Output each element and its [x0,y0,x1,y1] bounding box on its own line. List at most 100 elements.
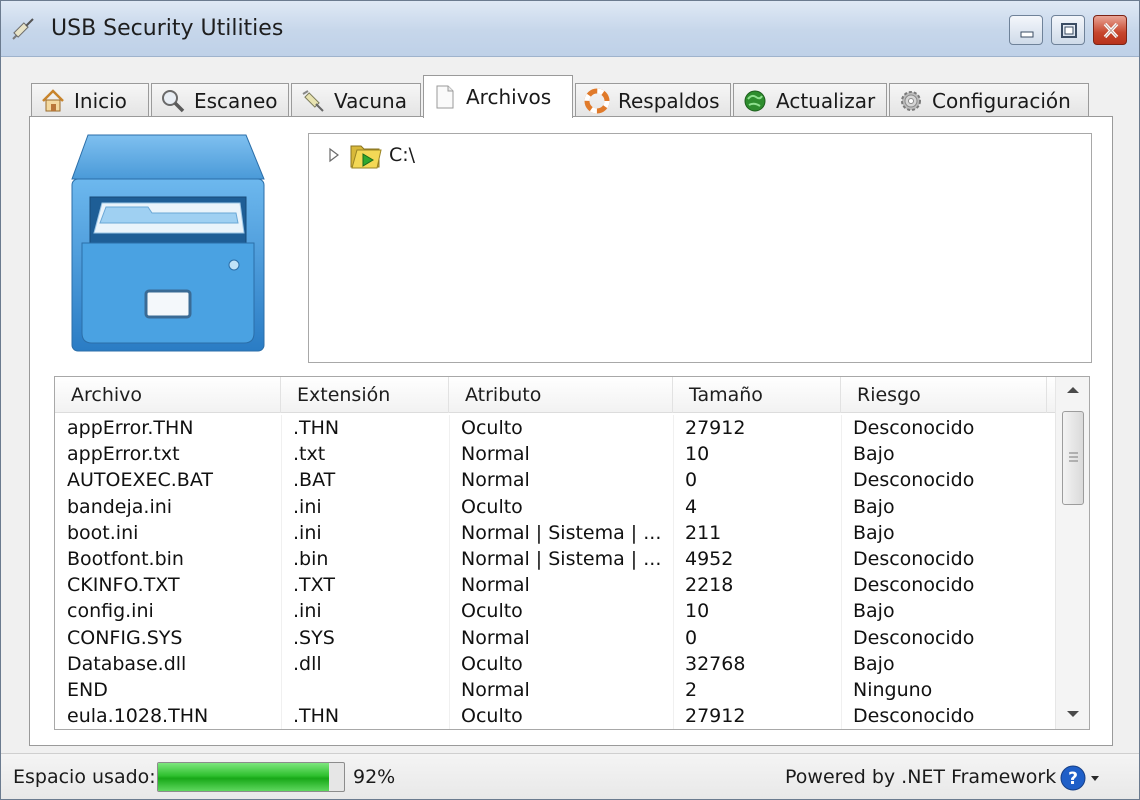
progress-fill [158,763,330,791]
scroll-down-icon[interactable] [1064,707,1082,721]
cell-atributo: Oculto [461,495,523,518]
column-header-riesgo[interactable]: Riesgo [841,377,1047,413]
column-header-tamano[interactable]: Tamaño [673,377,841,413]
cell-tamano: 10 [685,600,710,623]
column-header-extension[interactable]: Extensión [281,377,449,413]
cell-atributo: Normal | Sistema | ... [461,548,662,570]
cell-archivo: appError.txt [67,443,180,466]
cell-tamano: 4 [685,495,698,518]
cell-extension: .txt [293,443,326,466]
cell-archivo: END [67,679,108,701]
cell-atributo: Normal [461,443,530,466]
cell-riesgo: Desconocido [853,574,975,597]
tab-label: Escaneo [194,88,278,113]
cell-tamano: 4952 [685,548,734,570]
space-used-percent: 92% [353,766,396,788]
cell-tamano: 2218 [685,574,734,597]
cell-riesgo: Bajo [853,652,895,675]
tab-inicio[interactable]: Inicio [31,83,149,117]
cell-extension: .BAT [293,469,336,492]
cell-tamano: 0 [685,469,698,492]
tab-strip: Inicio Escaneo Vacuna Archivos Respaldos… [31,75,1111,118]
expand-arrow-icon[interactable] [327,146,341,164]
gear-icon [901,90,921,111]
cell-extension: .ini [293,495,322,518]
tab-respaldos[interactable]: Respaldos [575,83,731,117]
close-icon [1103,22,1119,39]
app-window: USB Security Utilities Inicio Escaneo Va… [0,0,1140,800]
table-row[interactable]: CKINFO.TXT .TXT Normal 2218 Desconocido [55,572,1055,598]
chevron-down-icon [1091,776,1099,781]
tree-node-root[interactable]: C:\ [327,140,415,170]
tab-vacuna[interactable]: Vacuna [291,83,421,117]
space-used-label: Espacio usado: [13,766,156,788]
tab-actualizar[interactable]: Actualizar [733,83,887,117]
cell-atributo: Normal [461,626,530,649]
cell-archivo: Bootfont.bin [67,548,184,570]
cell-archivo: eula.1028.THN [67,705,209,728]
column-header-atributo[interactable]: Atributo [449,377,673,413]
cell-atributo: Normal [461,574,530,597]
cell-riesgo: Desconocido [853,548,975,570]
table-row[interactable]: appError.THN .THN Oculto 27912 Desconocido [55,415,1055,441]
table-row[interactable]: END Normal 2 Ninguno [55,677,1055,703]
document-icon [436,85,454,109]
cell-archivo: Database.dll [67,652,187,675]
usb-syringe-app-icon [12,18,34,40]
tab-label: Actualizar [776,88,876,113]
maximize-icon [1061,23,1077,38]
file-cabinet-icon [71,134,265,352]
tab-escaneo[interactable]: Escaneo [151,83,289,117]
maximize-button[interactable] [1051,15,1085,45]
globe-update-icon [744,90,766,111]
tree-node-label: C:\ [389,144,416,166]
cell-atributo: Normal [461,679,530,701]
cell-extension: .TXT [293,574,335,597]
cell-atributo: Oculto [461,417,523,439]
cell-atributo: Normal | Sistema | ... [461,521,662,544]
cell-extension: .THN [293,417,340,439]
table-row[interactable]: boot.ini .ini Normal | Sistema | ... 211 Baj… [55,520,1055,546]
table-row[interactable]: Bootfont.bin .bin Normal | Sistema | ... 49… [55,546,1055,572]
cell-riesgo: Desconocido [853,626,975,649]
cell-riesgo: Bajo [853,495,895,518]
cell-tamano: 211 [685,521,722,544]
minimize-button[interactable] [1009,15,1043,45]
folder-tree[interactable]: C:\ [308,133,1092,363]
files-listview[interactable]: Archivo Extensión Atributo Tamaño Riesgo… [54,376,1090,730]
vertical-scrollbar[interactable] [1055,377,1089,729]
tab-label: Vacuna [334,88,407,113]
cell-tamano: 2 [685,679,698,701]
column-header-archivo[interactable]: Archivo [55,377,281,413]
scrollbar-thumb[interactable] [1062,411,1084,505]
tab-configuracion[interactable]: Configuración [889,83,1089,117]
table-row[interactable]: CONFIG.SYS .SYS Normal 0 Desconocido [55,625,1055,651]
listview-body: appError.THN .THN Oculto 27912 Desconocido ap… [55,415,1055,729]
close-button[interactable] [1093,15,1127,45]
cell-extension: .ini [293,600,322,623]
title-bar[interactable]: USB Security Utilities [1,1,1139,57]
cell-riesgo: Ninguno [853,679,933,701]
cell-archivo: appError.THN [67,417,194,439]
status-bar: Espacio usado: 92% Powered by .NET Frame… [1,753,1139,799]
scroll-up-icon[interactable] [1064,383,1082,397]
table-row[interactable]: Database.dll .dll Oculto 32768 Bajo [55,651,1055,677]
table-row[interactable]: appError.txt .txt Normal 10 Bajo [55,441,1055,467]
powered-by-text: Powered by .NET Framework [785,766,1057,788]
cell-tamano: 32768 [685,652,746,675]
table-row[interactable]: config.ini .ini Oculto 10 Bajo [55,598,1055,624]
cell-extension: .SYS [293,626,335,649]
syringe-icon [302,89,324,112]
minimize-icon [1020,31,1034,38]
table-row[interactable]: bandeja.ini .ini Oculto 4 Bajo [55,494,1055,520]
tab-archivos[interactable]: Archivos [423,75,573,118]
tab-label: Inicio [74,88,127,113]
table-row[interactable]: eula.1028.THN .THN Oculto 27912 Desconocido [55,703,1055,729]
cell-atributo: Oculto [461,652,523,675]
grip-icon [1069,452,1078,462]
table-row[interactable]: AUTOEXEC.BAT .BAT Normal 0 Desconocido [55,467,1055,493]
cell-archivo: AUTOEXEC.BAT [67,469,213,492]
help-dropdown-button[interactable]: ? [1057,763,1105,793]
cell-atributo: Normal [461,469,530,492]
cell-atributo: Oculto [461,705,523,728]
